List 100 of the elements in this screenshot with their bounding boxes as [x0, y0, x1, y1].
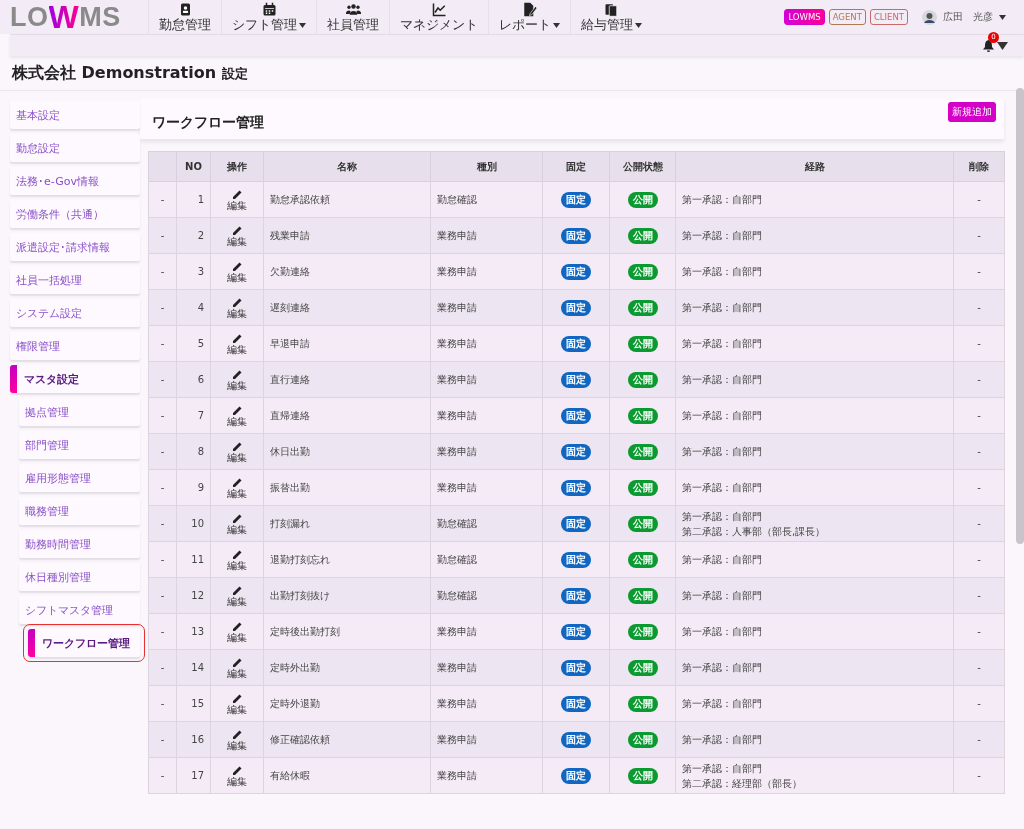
table-cell: 第一承認：自部門: [675, 253, 954, 290]
table-cell: -: [953, 433, 1005, 470]
table-cell: 業務申請: [430, 469, 543, 506]
public-badge: 公開: [627, 623, 658, 640]
public-badge: 公開: [627, 299, 658, 316]
public-badge: 公開: [627, 263, 658, 280]
table-cell: 第一承認：自部門: [675, 433, 954, 470]
table-cell: 勤怠確認: [430, 577, 543, 614]
fixed-badge: 固定: [561, 443, 591, 460]
table-cell: -: [148, 253, 177, 290]
pencil-icon: [231, 476, 243, 488]
sidebar-item[interactable]: 職務管理: [19, 497, 140, 525]
table-cell: -: [148, 613, 177, 650]
pencil-icon: [231, 692, 243, 704]
sidebar-item[interactable]: 拠点管理: [19, 398, 140, 426]
sidebar-item[interactable]: 派遣設定･請求情報: [10, 233, 140, 261]
table-cell: 第一承認：自部門: [675, 613, 954, 650]
section-title: ワークフロー管理: [152, 114, 264, 132]
table-cell: -: [148, 217, 177, 254]
table-cell: -: [148, 469, 177, 506]
table-cell: 第一承認：自部門: [675, 397, 954, 434]
sidebar-item[interactable]: ワークフロー管理: [28, 629, 140, 657]
column-header: NO: [176, 151, 211, 182]
sidebar-item[interactable]: 勤怠設定: [10, 134, 140, 162]
fixed-badge: 固定: [561, 263, 591, 280]
table-cell: 定時外出勤: [263, 649, 431, 686]
table-cell: -: [953, 505, 1005, 542]
public-badge: 公開: [627, 695, 658, 712]
public-badge: 公開: [627, 443, 658, 460]
table-cell: 勤怠確認: [430, 541, 543, 578]
table-cell: 業務申請: [430, 613, 543, 650]
user-menu[interactable]: 広田 光彦: [922, 9, 1006, 25]
fixed-badge: 固定: [561, 551, 591, 568]
sidebar-item[interactable]: マスタ設定: [10, 365, 140, 393]
table-cell: 第一承認：自部門 第二承認：経理部（部長）: [675, 757, 954, 794]
sidebar-item[interactable]: 雇用形態管理: [19, 464, 140, 492]
table-cell: -: [953, 217, 1005, 254]
sidebar-item[interactable]: システム設定: [10, 299, 140, 327]
public-badge: 公開: [627, 767, 658, 784]
table-cell: -: [148, 757, 177, 794]
public-badge: 公開: [627, 335, 658, 352]
table-cell: -: [148, 325, 177, 362]
fixed-badge: 固定: [561, 659, 591, 676]
sidebar-item[interactable]: 休日種別管理: [19, 563, 140, 591]
table-cell: 業務申請: [430, 685, 543, 722]
table-cell: 第一承認：自部門: [675, 721, 954, 758]
file-pen-icon: [522, 2, 537, 17]
table-cell: 勤怠確認: [430, 505, 543, 542]
table-cell: 打刻漏れ: [263, 505, 431, 542]
public-badge: 公開: [627, 227, 658, 244]
sidebar-item[interactable]: 社員一括処理: [10, 266, 140, 294]
role-badge[interactable]: LOWMS: [784, 9, 825, 25]
table-cell: -: [953, 325, 1005, 362]
table-cell: 第一承認：自部門: [675, 181, 954, 218]
table-cell: 第一承認：自部門 第二承認：人事部（部長,課長）: [675, 505, 954, 542]
table-cell: 業務申請: [430, 649, 543, 686]
public-badge: 公開: [627, 587, 658, 604]
fixed-badge: 固定: [561, 695, 591, 712]
sidebar-item[interactable]: 労働条件（共通）: [10, 200, 140, 228]
table-cell: -: [148, 685, 177, 722]
sidebar-item[interactable]: 法務･e-Gov情報: [10, 167, 140, 195]
table-cell: 業務申請: [430, 289, 543, 326]
pencil-icon: [231, 440, 243, 452]
pencil-icon: [231, 224, 243, 236]
scrollbar[interactable]: [1016, 88, 1024, 544]
sidebar-item[interactable]: 部門管理: [19, 431, 140, 459]
table-cell: -: [148, 289, 177, 326]
pencil-icon: [231, 332, 243, 344]
sidebar-item[interactable]: 基本設定: [10, 101, 140, 129]
sidebar-item[interactable]: シフトマスタ管理: [19, 596, 140, 624]
pencil-icon: [231, 296, 243, 308]
fixed-badge: 固定: [561, 731, 591, 748]
caret-icon: [299, 22, 306, 28]
table-cell: 業務申請: [430, 397, 543, 434]
table-cell: 業務申請: [430, 433, 543, 470]
pencil-icon: [231, 260, 243, 272]
table-cell: -: [148, 721, 177, 758]
add-button[interactable]: 新規追加: [948, 102, 996, 122]
column-header: 公開状態: [609, 151, 676, 182]
avatar-icon: [922, 9, 937, 25]
pencil-icon: [231, 620, 243, 632]
table-cell: -: [953, 289, 1005, 326]
table-cell: 遅刻連絡: [263, 289, 431, 326]
table-cell: 業務申請: [430, 325, 543, 362]
sidebar-item[interactable]: 権限管理: [10, 332, 140, 360]
table-cell: 定時外退勤: [263, 685, 431, 722]
sidebar-item[interactable]: 勤務時間管理: [19, 530, 140, 558]
pencil-icon: [231, 512, 243, 524]
table-cell: -: [953, 757, 1005, 794]
table-cell: 第一承認：自部門: [675, 289, 954, 326]
chart-icon: [431, 2, 447, 17]
table-cell: -: [953, 397, 1005, 434]
pencil-icon: [231, 728, 243, 740]
calendar-icon: [261, 2, 277, 17]
table-cell: 振替出勤: [263, 469, 431, 506]
caret-icon: [997, 39, 1008, 52]
table-cell: 第一承認：自部門: [675, 217, 954, 254]
table-cell: 修正確認依頼: [263, 721, 431, 758]
table-cell: 第一承認：自部門: [675, 325, 954, 362]
bell-icon[interactable]: [983, 39, 994, 52]
